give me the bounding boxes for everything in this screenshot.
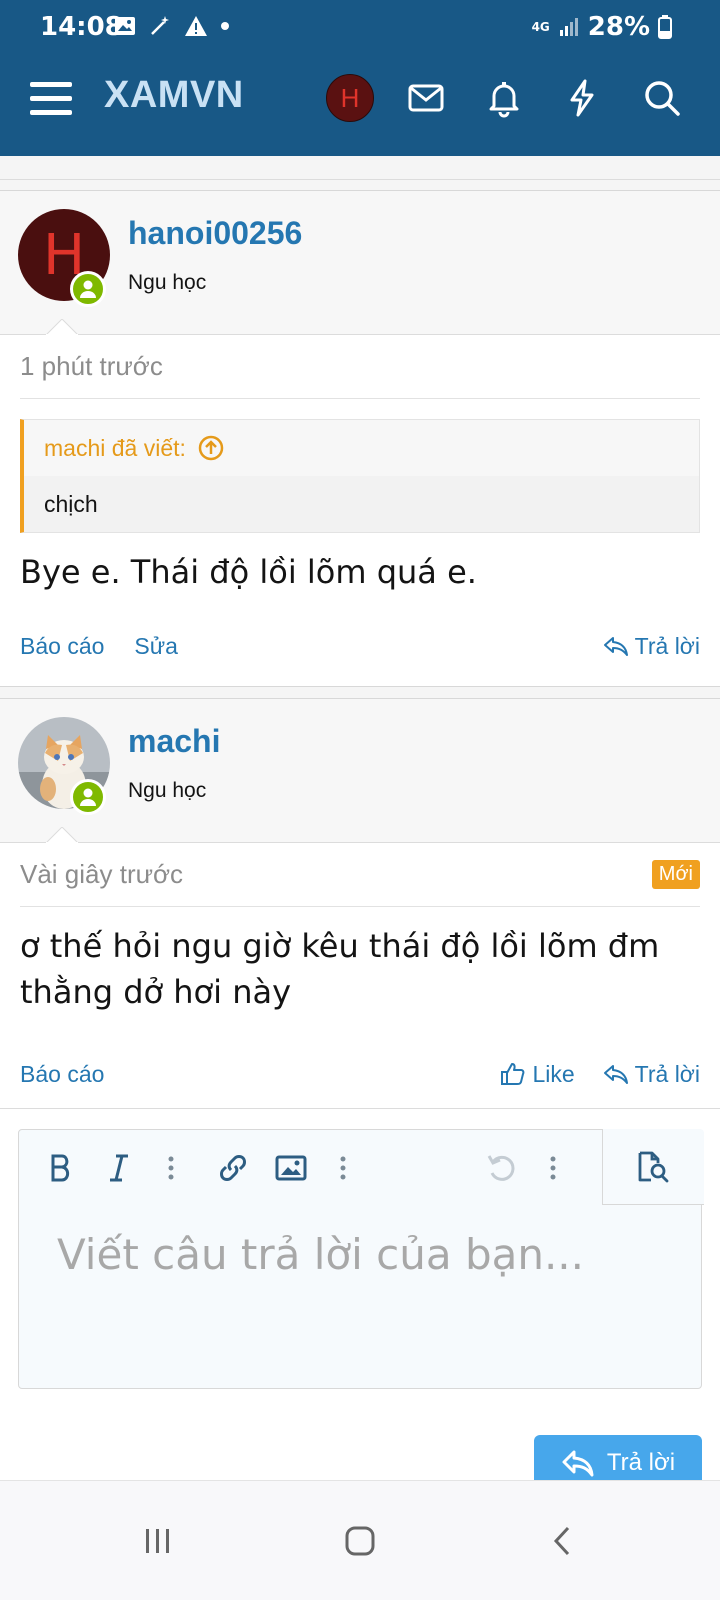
bell-icon[interactable] [482,76,526,120]
app-header: 14:08 4G 28% XAMVN H [0,0,720,156]
preview-icon [638,1151,668,1182]
reply-editor-area: Viết câu trả lời của bạn... Trả lời [0,1108,720,1491]
reply-label: Trả lời [634,632,700,659]
more-text-options-button[interactable] [151,1148,191,1188]
user-title: Ngu học [128,779,207,802]
italic-button[interactable] [99,1148,139,1188]
undo-icon [487,1155,515,1181]
like-button[interactable]: Like [500,1060,575,1088]
pointer-arrow [46,319,78,335]
thumbs-up-icon [501,1063,525,1085]
post: H hanoi00256 Ngu học 1 phút trước machi … [0,190,720,687]
network-type-icon: 4G [531,20,550,34]
signal-icon [559,18,578,36]
back-button[interactable] [536,1515,588,1567]
editor-toolbar [19,1129,704,1206]
submit-reply-label: Trả lời [606,1449,676,1476]
quote-block: machi đã viết: chịch [20,419,700,533]
post-actions: Báo cáo Sửa Trả lời [20,605,700,687]
post-time[interactable]: 1 phút trước [20,351,163,382]
italic-icon [110,1154,128,1182]
user-title: Ngu học [128,271,207,294]
lightning-icon[interactable] [560,76,604,120]
header-shadow [0,156,720,180]
post-meta: 1 phút trước [20,335,700,399]
reply-input-placeholder[interactable]: Viết câu trả lời của bạn... [57,1230,584,1279]
username-link[interactable]: machi [128,723,220,760]
insert-link-button[interactable] [213,1148,253,1188]
menu-icon[interactable] [30,80,72,116]
gallery-icon [115,17,135,35]
inbox-icon[interactable] [404,76,448,120]
reply-label: Trả lời [634,1060,700,1087]
reply-editor[interactable]: Viết câu trả lời của bạn... [18,1129,704,1389]
status-bar: 14:08 4G 28% [0,0,720,54]
more-vertical-icon [340,1156,346,1180]
new-badge: Mới [651,860,700,889]
post-time[interactable]: Vài giây trước [20,859,183,890]
username-link[interactable]: hanoi00256 [128,215,302,252]
arrow-up-circle-icon[interactable] [198,435,224,461]
insert-image-button[interactable] [271,1148,311,1188]
reply-icon [603,1065,628,1084]
home-button[interactable] [334,1515,386,1567]
bold-icon [51,1154,70,1182]
quote-header[interactable]: machi đã viết: [24,420,699,476]
image-icon [275,1155,307,1181]
pointer-arrow [46,827,78,843]
home-icon [345,1526,375,1556]
online-status-icon [70,779,106,815]
more-options-button[interactable] [533,1148,573,1188]
battery-percent: 28% [587,12,650,42]
bold-button[interactable] [41,1148,81,1188]
reply-icon [562,1450,594,1477]
reply-button[interactable]: Trả lời [603,633,700,660]
recent-apps-icon [146,1529,169,1553]
post-user-info: machi Ngu học [0,699,720,843]
warning-icon [185,16,207,36]
online-status-icon [70,271,106,307]
post-user-info: H hanoi00256 Ngu học [0,191,720,335]
dot-icon [221,22,229,30]
recent-apps-button[interactable] [132,1515,184,1567]
system-indicators: 4G 28% [532,12,672,42]
more-vertical-icon [550,1156,556,1180]
report-link[interactable]: Báo cáo [20,1061,104,1088]
more-insert-options-button[interactable] [323,1148,363,1188]
post-message: Bye e. Thái độ lồi lõm quá e. [20,553,477,591]
clock: 14:08 [40,12,123,42]
user-avatar[interactable]: H [326,74,374,122]
system-navigation-bar [0,1480,720,1600]
preview-button[interactable] [602,1129,704,1205]
post-meta: Vài giây trước Mới [20,843,700,907]
undo-button[interactable] [481,1148,521,1188]
search-icon[interactable] [640,76,684,120]
more-vertical-icon [168,1156,174,1180]
post: machi Ngu học Vài giây trước Mới ơ thế h… [0,698,720,1110]
post-actions: Báo cáo Like Trả lời [20,1033,700,1115]
quote-author[interactable]: machi đã viết: [44,435,186,462]
quote-text: chịch [24,476,699,532]
like-label: Like [532,1060,575,1087]
nav-header: XAMVN H [0,54,720,156]
post-message: ơ thế hỏi ngu giờ kêu thái độ lồi lõm đm… [20,927,660,1011]
reply-button[interactable]: Trả lời [603,1061,700,1088]
back-icon [553,1526,570,1556]
battery-icon [658,15,672,39]
reply-icon [603,637,628,656]
magic-wand-icon [151,16,169,35]
edit-link[interactable]: Sửa [134,633,178,660]
link-icon [220,1155,246,1181]
notification-icons [114,14,230,38]
site-logo[interactable]: XAMVN [104,74,244,117]
report-link[interactable]: Báo cáo [20,633,104,660]
